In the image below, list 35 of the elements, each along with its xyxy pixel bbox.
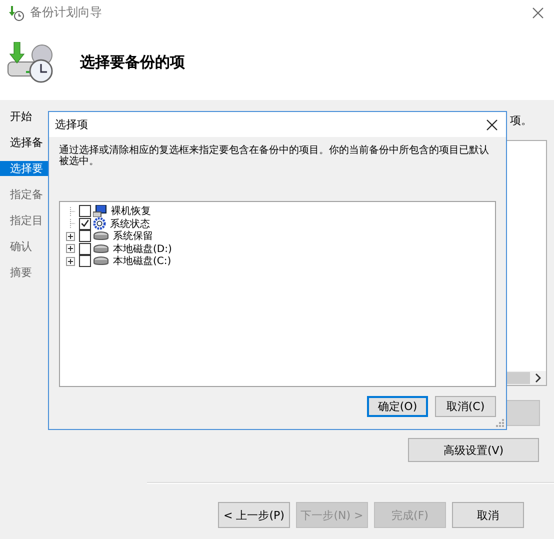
drive-icon (93, 244, 109, 254)
horizontal-scrollbar[interactable] (506, 371, 546, 385)
dialog-button[interactable]: 确定(O) (367, 396, 428, 417)
expand-icon[interactable] (66, 232, 75, 241)
computer-icon (93, 205, 107, 218)
gear-icon (93, 217, 106, 230)
checkbox[interactable] (79, 205, 91, 218)
dialog-title: 选择项 (55, 117, 88, 132)
backup-drive-icon (6, 42, 54, 84)
button[interactable] (505, 400, 540, 426)
tree-item[interactable]: 系统保留 (113, 229, 153, 244)
instruction-text: 项。 (510, 112, 532, 128)
advanced-settings-button[interactable]: 高级设置(V) (408, 438, 539, 462)
expand-icon[interactable] (66, 244, 75, 254)
checkbox[interactable] (79, 230, 91, 242)
checkbox[interactable] (79, 242, 91, 255)
tree-item[interactable]: 系统状态 (110, 216, 150, 231)
expand-icon[interactable] (66, 256, 75, 266)
tree-item[interactable]: 裸机恢复 (111, 204, 151, 218)
checkbox[interactable] (79, 255, 91, 268)
close-icon[interactable] (486, 118, 498, 130)
wizard-button[interactable]: 取消 (452, 502, 524, 528)
window-title: 备份计划向导 (30, 4, 102, 21)
drive-icon (93, 256, 109, 266)
resize-grip-icon[interactable] (496, 419, 504, 427)
page-heading: 选择要备份的项 (80, 53, 185, 72)
tree-item[interactable]: 本地磁盘(C:) (113, 254, 172, 268)
wizard-button[interactable]: < 上一步(P) (218, 502, 290, 528)
description-text: 通过选择或清除相应的复选框来指定要包含在备份中的项目。你的当前备份中所包含的项目已默认被选中。 (59, 145, 490, 169)
dialog-button[interactable]: 取消(C) (435, 396, 496, 417)
tree-item[interactable]: 本地磁盘(D:) (113, 242, 172, 256)
drive-icon (93, 231, 109, 242)
backup-icon (8, 4, 24, 20)
checkbox[interactable] (79, 218, 91, 230)
chevron-right-icon[interactable] (534, 373, 542, 383)
